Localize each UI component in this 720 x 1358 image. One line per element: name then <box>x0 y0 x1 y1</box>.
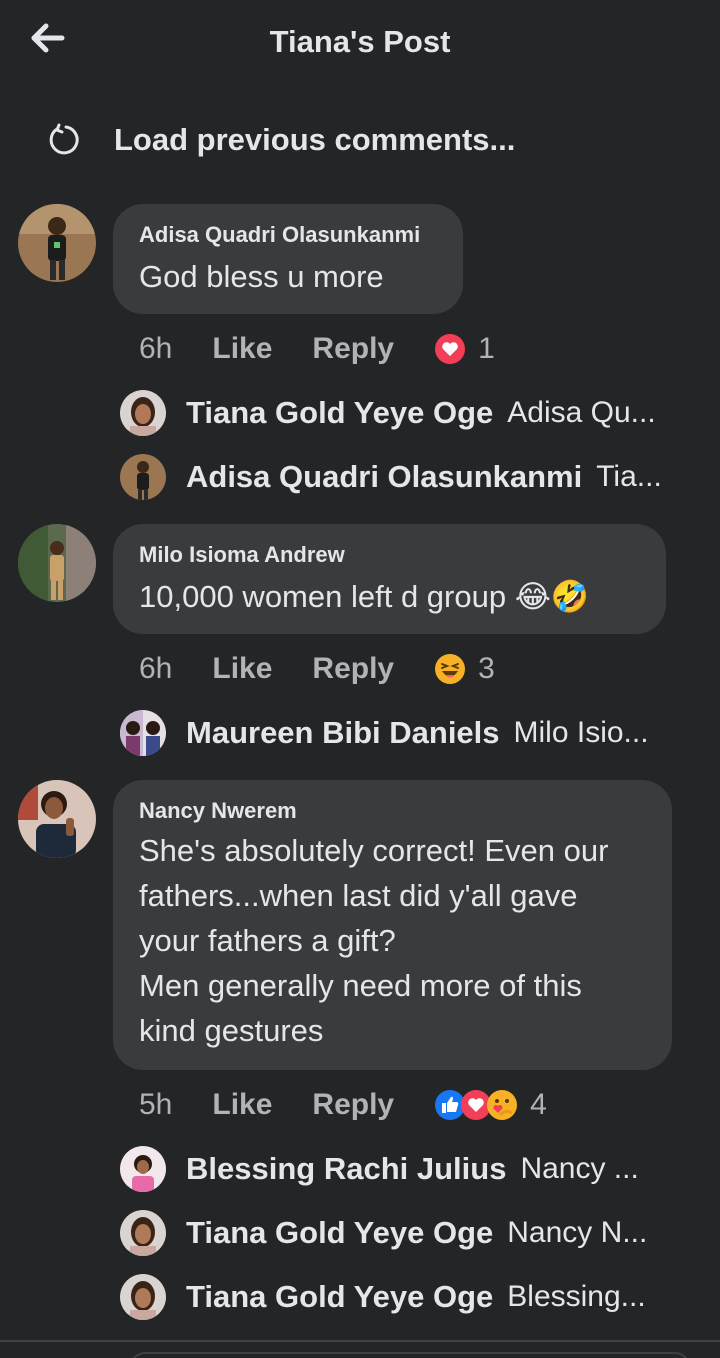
comment-author[interactable]: Adisa Quadri Olasunkanmi <box>139 222 437 248</box>
reply-author: Tiana Gold Yeye Oge <box>186 1215 494 1250</box>
comment-text-line: fathers...when last did y'all gave <box>139 878 578 913</box>
reply-text: Adisa Qu... <box>507 396 656 429</box>
reply-author: Blessing Rachi Julius <box>186 1151 507 1186</box>
reply-text: Nancy ... <box>520 1152 639 1185</box>
like-button[interactable]: Like <box>212 652 272 686</box>
comment-time: 5h <box>139 1088 173 1121</box>
avatar <box>120 1146 166 1192</box>
reply-item[interactable]: Tiana Gold Yeye Oge Blessing... <box>120 1272 700 1322</box>
header: Tiana's Post <box>0 0 720 90</box>
avatar <box>120 1274 166 1320</box>
avatar <box>120 454 166 500</box>
reaction-count: 1 <box>478 332 495 365</box>
care-reaction-icon <box>487 1090 518 1120</box>
avatar[interactable] <box>18 524 96 602</box>
avatar[interactable] <box>18 780 96 858</box>
love-reaction-icon <box>435 334 466 364</box>
comment-bubble[interactable]: Nancy Nwerem She's absolutely correct! E… <box>113 780 672 1070</box>
reply-text: Tia... <box>596 460 662 493</box>
reply-button[interactable]: Reply <box>312 1088 394 1122</box>
avatar[interactable] <box>18 204 96 282</box>
reply-item[interactable]: Maureen Bibi Daniels Milo Isio... <box>120 708 700 758</box>
comment-actions: 6h Like Reply 3 <box>139 649 495 689</box>
refresh-icon <box>49 123 79 155</box>
reply-button[interactable]: Reply <box>312 332 394 366</box>
reply-author: Maureen Bibi Daniels <box>186 715 500 750</box>
comment-actions: 5h Like Reply 4 <box>139 1085 547 1125</box>
reactions[interactable] <box>434 653 466 685</box>
reactions[interactable] <box>434 1089 518 1121</box>
reply-item[interactable]: Adisa Quadri Olasunkanmi Tia... <box>120 452 700 502</box>
avatar <box>120 710 166 756</box>
comment-bubble[interactable]: Adisa Quadri Olasunkanmi God bless u mor… <box>113 204 463 314</box>
comment-bubble[interactable]: Milo Isioma Andrew 10,000 women left d g… <box>113 524 666 634</box>
comment-actions: 6h Like Reply 1 <box>139 329 495 369</box>
load-previous-comments-button[interactable]: Load previous comments... <box>46 112 515 168</box>
reaction-count: 3 <box>478 652 495 685</box>
reply-item[interactable]: Tiana Gold Yeye Oge Nancy N... <box>120 1208 700 1258</box>
reply-item[interactable]: Blessing Rachi Julius Nancy ... <box>120 1144 700 1194</box>
comment-input-box[interactable] <box>130 1352 690 1358</box>
reply-author: Adisa Quadri Olasunkanmi <box>186 459 583 494</box>
reply-author: Tiana Gold Yeye Oge <box>186 1279 494 1314</box>
divider <box>0 1340 720 1342</box>
comment-text-line: kind gestures <box>139 1013 324 1048</box>
comment-author[interactable]: Nancy Nwerem <box>139 798 646 824</box>
comment-author[interactable]: Milo Isioma Andrew <box>139 542 640 568</box>
avatar <box>120 1210 166 1256</box>
avatar <box>120 390 166 436</box>
haha-reaction-icon <box>435 654 466 684</box>
like-button[interactable]: Like <box>212 1088 272 1122</box>
reply-text: Nancy N... <box>507 1216 648 1249</box>
reactions[interactable] <box>434 333 466 365</box>
comment-text: 10,000 women left d group 😂🤣 <box>139 579 590 614</box>
comment-time: 6h <box>139 652 173 685</box>
like-button[interactable]: Like <box>212 332 272 366</box>
load-previous-label: Load previous comments... <box>114 122 516 157</box>
reply-author: Tiana Gold Yeye Oge <box>186 395 494 430</box>
reply-text: Milo Isio... <box>513 716 649 749</box>
reaction-count: 4 <box>530 1088 547 1121</box>
reply-button[interactable]: Reply <box>312 652 394 686</box>
comment-text-line: Men generally need more of this <box>139 968 582 1003</box>
comment-text: She's absolutely correct! Even our fathe… <box>139 828 646 1053</box>
comment-text: God bless u more <box>139 259 384 294</box>
reply-item[interactable]: Tiana Gold Yeye Oge Adisa Qu... <box>120 388 700 438</box>
comment-text-line: She's absolutely correct! Even our <box>139 833 609 868</box>
page-title: Tiana's Post <box>269 24 451 59</box>
comment-time: 6h <box>139 332 173 365</box>
comment-text-line: your fathers a gift? <box>139 923 396 958</box>
reply-text: Blessing... <box>507 1280 646 1313</box>
